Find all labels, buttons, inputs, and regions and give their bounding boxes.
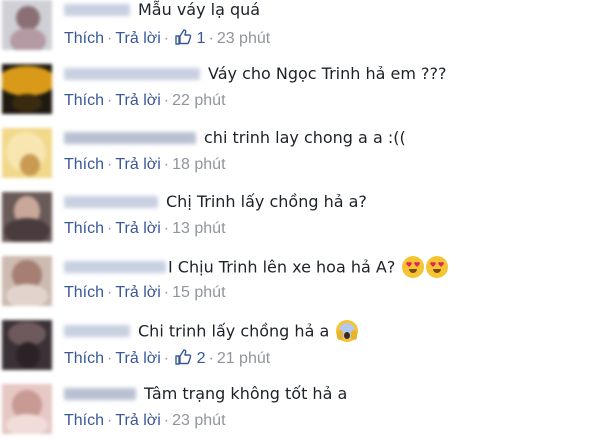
comment: chi trinh lay chong a a :(( Thích · Trả lờ… xyxy=(0,128,600,190)
comment-body: Tâm trạng không tốt hả a xyxy=(64,384,347,408)
reply-link[interactable]: Trả lời xyxy=(115,30,160,47)
comment-body: Chị Trinh lấy chồng hả a? xyxy=(64,192,367,216)
thumbs-up-icon[interactable] xyxy=(174,28,192,51)
avatar[interactable] xyxy=(2,64,52,114)
avatar[interactable] xyxy=(2,384,52,434)
reply-link[interactable]: Trả lời xyxy=(115,92,160,109)
comment-body: chi trinh lay chong a a :(( xyxy=(64,128,406,152)
comment: Váy cho Ngọc Trinh hả em ??? Thích · Trả l… xyxy=(0,64,600,126)
heart-eyes-emoji xyxy=(425,256,448,278)
avatar[interactable] xyxy=(2,0,52,50)
comment-text: Chị Trinh lấy chồng hả a? xyxy=(166,192,367,211)
reply-link[interactable]: Trả lời xyxy=(115,412,160,429)
author-name[interactable] xyxy=(64,67,200,80)
like-link[interactable]: Thích xyxy=(64,412,104,429)
avatar[interactable] xyxy=(2,256,52,306)
comment: Mẫu váy lạ quá Thích · Trả lời · 1 · 23 phút xyxy=(0,0,600,62)
comment-text: Mẫu váy lạ quá xyxy=(138,0,261,19)
timestamp[interactable]: 22 phút xyxy=(172,92,225,109)
thumbs-up-icon[interactable] xyxy=(174,348,192,371)
timestamp[interactable]: 18 phút xyxy=(172,156,225,173)
timestamp[interactable]: 21 phút xyxy=(217,350,270,367)
comment-body: Mẫu váy lạ quá xyxy=(64,0,260,24)
author-name[interactable] xyxy=(64,131,196,144)
comment: Tâm trạng không tốt hả a Thích · Trả lời · 2… xyxy=(0,384,600,446)
scream-emoji xyxy=(335,320,358,342)
like-count: 1 xyxy=(196,30,206,47)
timestamp[interactable]: 23 phút xyxy=(217,30,270,47)
like-link[interactable]: Thích xyxy=(64,350,104,367)
author-name[interactable] xyxy=(64,195,158,208)
like-link[interactable]: Thích xyxy=(64,220,104,237)
comment-body: Chi trinh lấy chồng hả a xyxy=(64,320,358,344)
reply-link[interactable]: Trả lời xyxy=(115,156,160,173)
comment: Chị Trinh lấy chồng hả a? Thích · Trả lời ·… xyxy=(0,192,600,254)
comment-actions: Thích · Trả lời · 2 · 21 phút xyxy=(64,348,270,370)
author-name[interactable] xyxy=(64,387,136,400)
comment-actions: Thích · Trả lời · 22 phút xyxy=(64,92,226,109)
comment-text: Váy cho Ngọc Trinh hả em ??? xyxy=(208,64,447,83)
comment-actions: Thích · Trả lời · 1 · 23 phút xyxy=(64,28,270,50)
comment-actions: Thích · Trả lời · 18 phút xyxy=(64,156,226,173)
avatar[interactable] xyxy=(2,192,52,242)
author-name[interactable] xyxy=(64,261,166,273)
comment: Chi trinh lấy chồng hả a Thích · Trả lời · … xyxy=(0,320,600,382)
timestamp[interactable]: 23 phút xyxy=(172,412,225,429)
author-name[interactable] xyxy=(64,325,130,337)
comment-text: Chi trinh lấy chồng hả a xyxy=(138,321,330,341)
reply-link[interactable]: Trả lời xyxy=(115,350,160,367)
timestamp[interactable]: 13 phút xyxy=(172,220,225,237)
timestamp[interactable]: 15 phút xyxy=(172,284,225,301)
comment-actions: Thích · Trả lời · 23 phút xyxy=(64,412,226,429)
comment-body: I Chịu Trinh lên xe hoa hả A? xyxy=(64,256,448,280)
like-link[interactable]: Thích xyxy=(64,92,104,109)
like-link[interactable]: Thích xyxy=(64,156,104,173)
comment-text: chi trinh lay chong a a :(( xyxy=(204,128,406,147)
comment-text: I Chịu Trinh lên xe hoa hả A? xyxy=(168,257,396,277)
comment-body: Váy cho Ngọc Trinh hả em ??? xyxy=(64,64,447,88)
like-link[interactable]: Thích xyxy=(64,284,104,301)
comment-list: Mẫu váy lạ quá Thích · Trả lời · 1 · 23 phút … xyxy=(0,0,600,446)
comment-text: Tâm trạng không tốt hả a xyxy=(144,384,348,403)
comment-actions: Thích · Trả lời · 13 phút xyxy=(64,220,226,237)
like-link[interactable]: Thích xyxy=(64,30,104,47)
reply-link[interactable]: Trả lời xyxy=(115,220,160,237)
avatar[interactable] xyxy=(2,128,52,178)
comment: I Chịu Trinh lên xe hoa hả A? Thích · Trả … xyxy=(0,256,600,318)
avatar[interactable] xyxy=(2,320,52,370)
heart-eyes-emoji xyxy=(401,256,424,278)
comment-actions: Thích · Trả lời · 15 phút xyxy=(64,284,226,301)
reply-link[interactable]: Trả lời xyxy=(115,284,160,301)
author-name[interactable] xyxy=(64,3,130,16)
like-count: 2 xyxy=(196,350,206,367)
